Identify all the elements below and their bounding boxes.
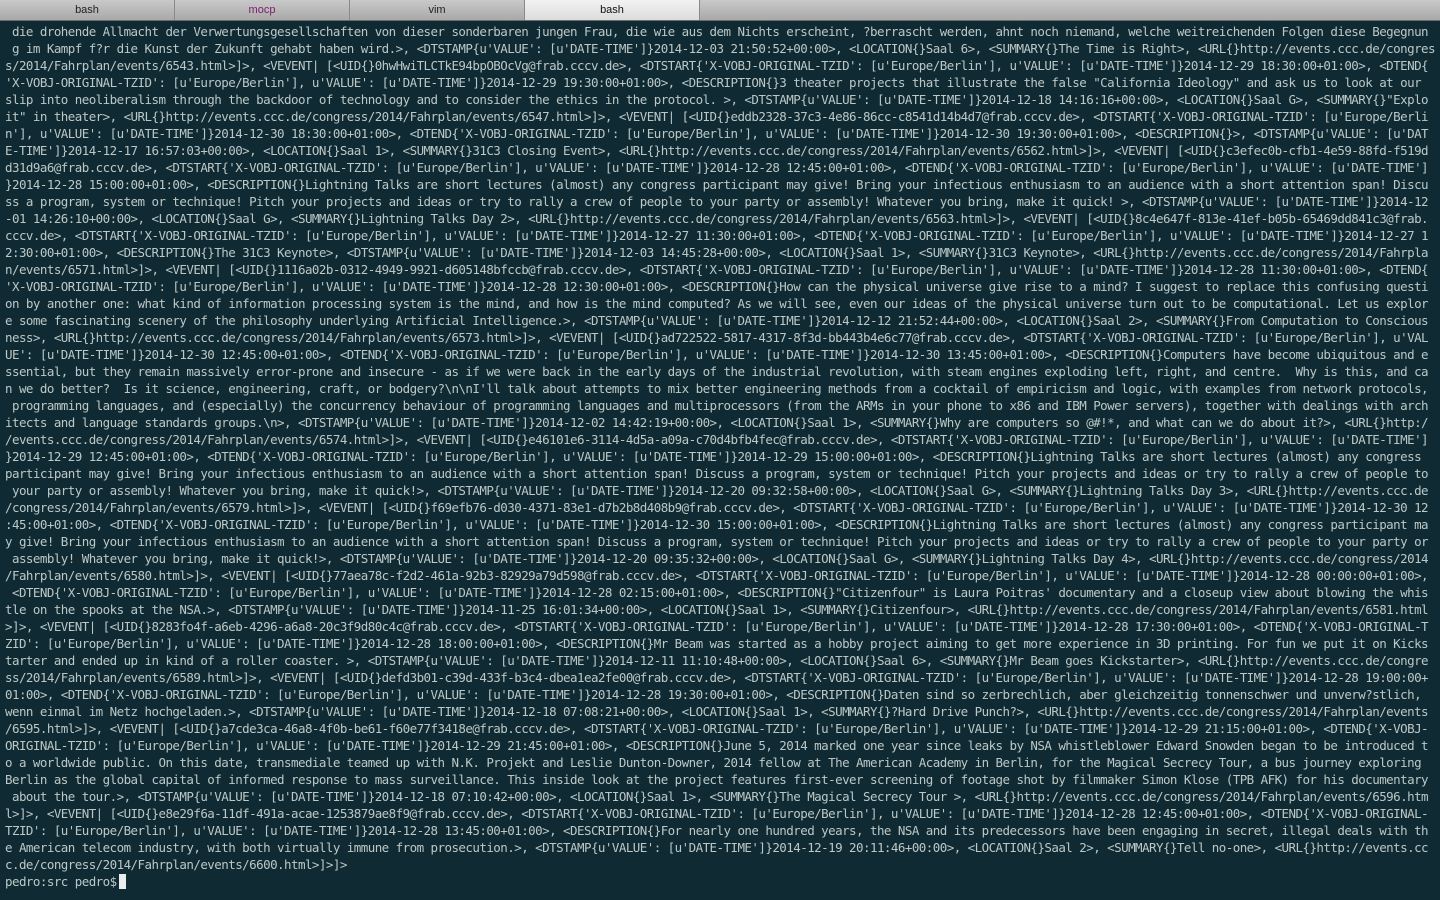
terminal-line: participant may give! Bring your infecti… [5,466,1429,481]
terminal-line: g im Kampf f?r die Kunst der Zukunft geh… [5,41,1435,56]
text-cursor [118,874,126,889]
terminal-line: n/events/6571.html>]>, <VEVENT| [<UID{}1… [5,262,1429,277]
terminal-line: o a worldwide public. On this date, tran… [5,755,1422,770]
terminal-line: ss/2014/Fahrplan/events/6589.html>]>, <V… [5,670,1429,685]
terminal-line: -01 14:26:10+00:00>, <LOCATION{}Saal G>,… [5,211,1429,226]
terminal-line: programming languages, and (especially) … [5,398,1429,413]
terminal-line: n'], u'VALUE': [u'DATE-TIME']}2014-12-30… [5,126,1429,141]
terminal-line: ORIGINAL-TZID': [u'Europe/Berlin'], u'VA… [5,738,1429,753]
terminal-line: d31d9a6@frab.cccv.de>, <DTSTART{'X-VOBJ-… [5,160,1429,175]
terminal-line: ss a program, system or technique! Pitch… [5,194,1429,209]
terminal-line: TZID': [u'Europe/Berlin'], u'VALUE': [u'… [5,823,1429,838]
terminal-line: 'X-VOBJ-ORIGINAL-TZID': [u'Europe/Berlin… [5,75,1422,90]
tab-label: mocp [248,4,276,16]
shell-prompt: pedro:src pedro$ [5,874,117,889]
terminal-line: l>]>, <VEVENT| [<UID{}e8e29f6a-11df-491a… [5,806,1429,821]
terminal-line: n we do better? Is it science, engineeri… [5,381,1429,396]
terminal-line: on by another one: what kind of informat… [5,296,1429,311]
terminal-line: 01:00>, <DTEND{'X-VOBJ-ORIGINAL-TZID': [… [5,687,1422,702]
terminal-line: /events.ccc.de/congress/2014/Fahrplan/ev… [5,432,1429,447]
terminal-line: assembly! Whatever you bring, make it qu… [5,551,1429,566]
terminal-line: <DTEND{'X-VOBJ-ORIGINAL-TZID': [u'Europe… [5,585,1429,600]
terminal-line: about the tour.>, <DTSTAMP{u'VALUE': [u'… [5,789,1429,804]
tab-vim[interactable]: vim [350,0,525,20]
terminal-line: y give! Bring your infectious enthusiasm… [5,534,1429,549]
tab-bash-active[interactable]: bash [525,0,700,20]
tab-label: vim [428,4,446,16]
terminal-line: :45:00+01:00>, <DTEND{'X-VOBJ-ORIGINAL-T… [5,517,1429,532]
terminal-line: UE': [u'DATE-TIME']}2014-12-30 12:45:00+… [5,347,1429,362]
terminal-line: e American telecom industry, with both v… [5,840,1429,855]
terminal-line: itects and language standards groups.\n>… [5,415,1429,430]
terminal-line: your party or assembly! Whatever you bri… [5,483,1429,498]
terminal-line: E-TIME']}2014-12-17 16:57:03+00:00>, <LO… [5,143,1429,158]
terminal-line: slip into neoliberalism through the back… [5,92,1429,107]
terminal-line: ssential, but they remain massively erro… [5,364,1429,379]
terminal-line: cccv.de>, <DTSTART{'X-VOBJ-ORIGINAL-TZID… [5,228,1429,243]
tab-bash-1[interactable]: bash [0,0,175,20]
terminal-line: >]>, <VEVENT| [<UID{}8283fo4f-a6eb-4296-… [5,619,1429,634]
tab-label: bash [75,4,99,16]
shell-prompt-line[interactable]: pedro:src pedro$ [5,873,1435,890]
terminal-line: e some fascinating scenery of the philos… [5,313,1429,328]
terminal-line: c.de/congress/2014/Fahrplan/events/6600.… [5,857,347,872]
terminal-line: }2014-12-28 15:00:00+01:00>, <DESCRIPTIO… [5,177,1429,192]
terminal-output[interactable]: die drohende Allmacht der Verwertungsges… [0,23,1440,900]
terminal-line: /congress/2014/Fahrplan/events/6579.html… [5,500,1429,515]
terminal-line: 'X-VOBJ-ORIGINAL-TZID': [u'Europe/Berlin… [5,279,1429,294]
terminal-line: /Fahrplan/events/6580.html>]>, <VEVENT| … [5,568,1429,583]
terminal-line: }2014-12-29 12:45:00+01:00>, <DTEND{'X-V… [5,449,1422,464]
terminal-line: 2:30:00+01:00>, <DESCRIPTION{}The 31C3 K… [5,245,1429,260]
terminal-line: wenn einmal im Netz hochgeladen.>, <DTST… [5,704,1429,719]
terminal-line: ness>, <URL{}http://events.ccc.de/congre… [5,330,1429,345]
terminal-line: Berlin as the global capital of informed… [5,772,1429,787]
tab-mocp[interactable]: mocp [175,0,350,20]
terminal-line: tle on the spooks at the NSA.>, <DTSTAMP… [5,602,1429,617]
tab-bar: bash mocp vim bash [0,0,1440,21]
tab-label: bash [600,4,624,16]
terminal-line: it" in theater>, <URL{}http://events.ccc… [5,109,1429,124]
terminal-line: s/2014/Fahrplan/events/6543.html>]>, <VE… [5,58,1429,73]
terminal-line: die drohende Allmacht der Verwertungsges… [5,24,1429,39]
terminal-line: /6595.html>]>, <VEVENT| [<UID{}a7cde3ca-… [5,721,1429,736]
terminal-line: ZID': [u'Europe/Berlin'], u'VALUE': [u'D… [5,636,1429,651]
terminal-line: tarter and ended up in kind of a roller … [5,653,1429,668]
